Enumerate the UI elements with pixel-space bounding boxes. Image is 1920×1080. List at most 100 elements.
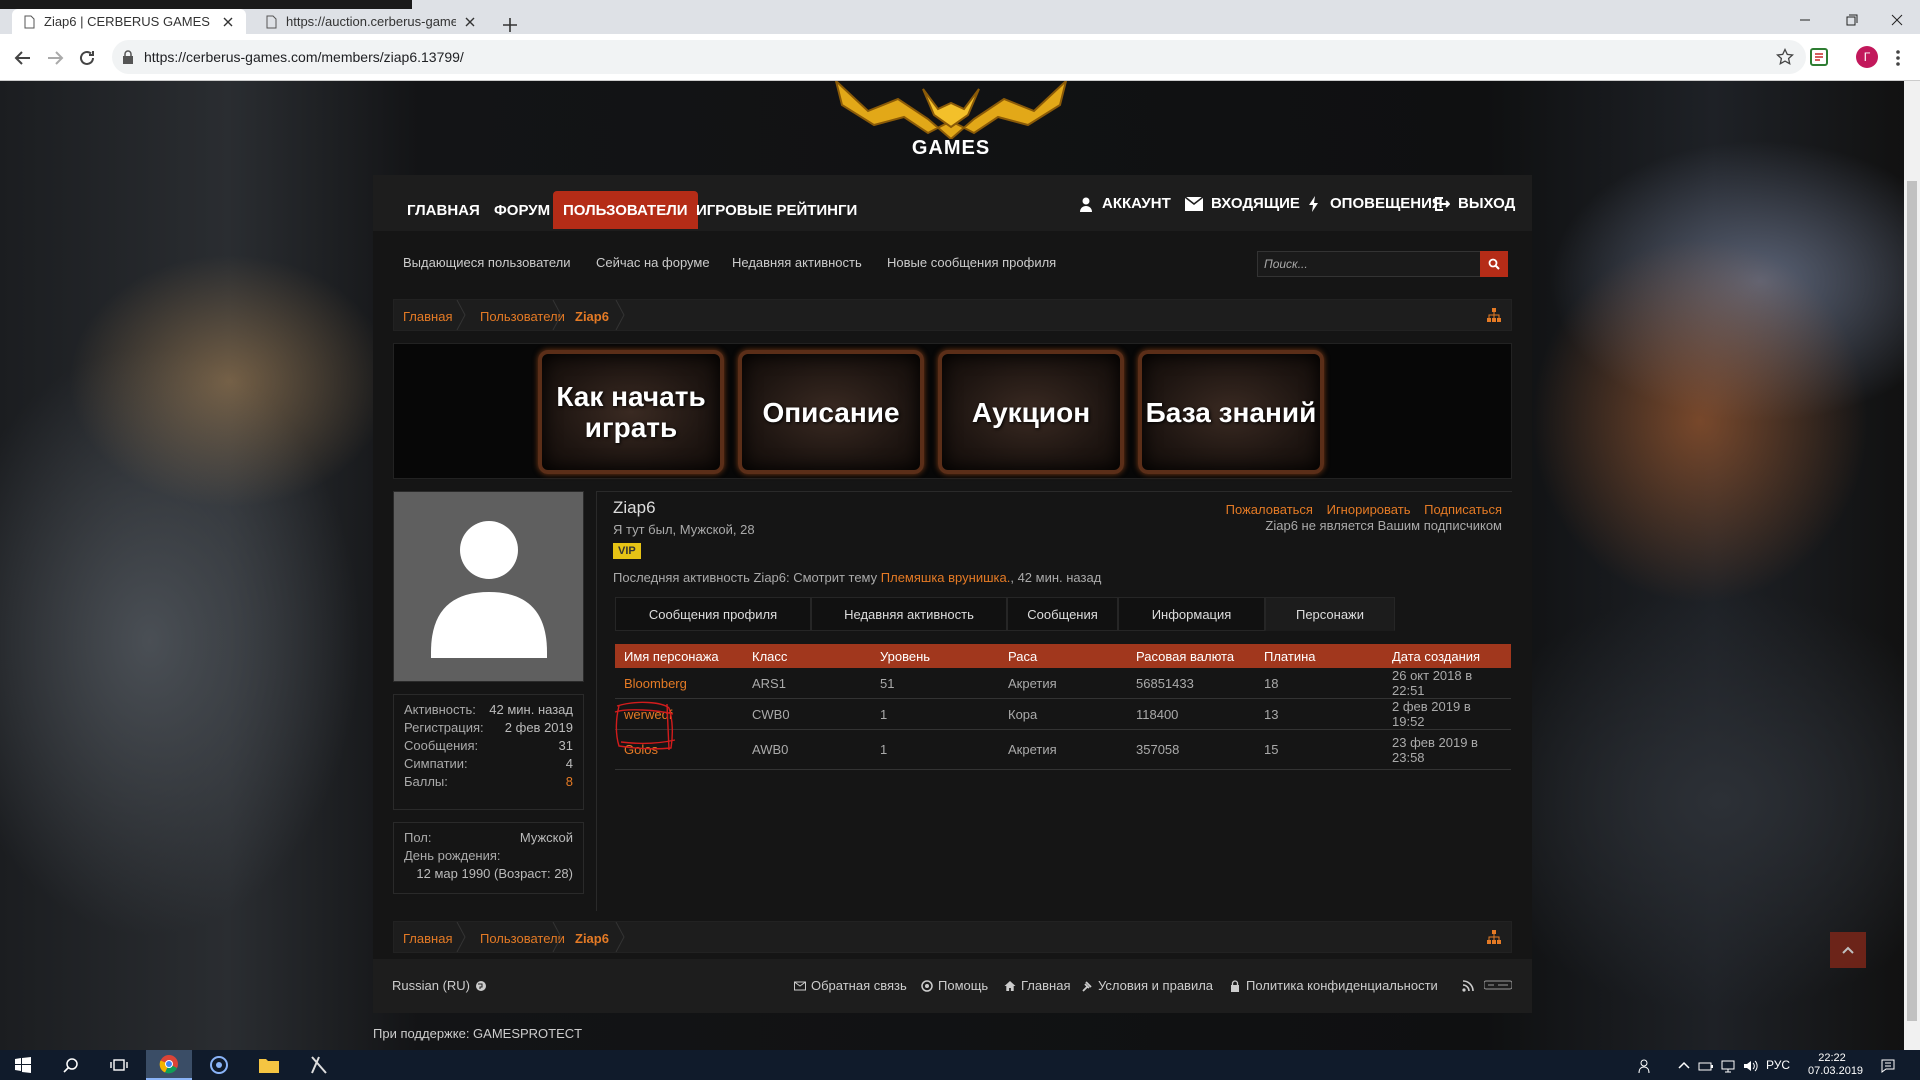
system-clock[interactable]: 22:22 07.03.2019 [1808, 1052, 1863, 1078]
taskbar-file-explorer[interactable] [246, 1050, 292, 1080]
input-language-indicator[interactable]: РУС [1766, 1058, 1790, 1072]
stat-value-link[interactable]: 8 [566, 773, 573, 791]
footer-feedback-link[interactable]: Обратная связь [794, 978, 907, 993]
table-row: Golos AWB0 1 Акретия 357058 15 23 фев 20… [615, 729, 1511, 770]
browser-toolbar: https://cerberus-games.com/members/ziap6… [0, 34, 1920, 81]
back-arrow-icon[interactable] [12, 47, 34, 69]
taskbar-app[interactable] [196, 1050, 242, 1080]
character-name-link[interactable]: Bloomberg [615, 668, 743, 699]
task-view-button[interactable] [96, 1050, 142, 1080]
language-chooser[interactable]: Russian (RU) [392, 978, 487, 993]
profile-avatar-button[interactable]: Г [1856, 46, 1878, 68]
banner-knowledge-base[interactable]: База знаний [1138, 350, 1324, 474]
breadcrumb-home[interactable]: Главная [403, 931, 452, 946]
character-name-link[interactable]: Golos [615, 729, 743, 770]
taskbar-search[interactable] [48, 1050, 94, 1080]
nav-inbox[interactable]: ВХОДЯЩИЕ [1185, 189, 1300, 219]
search-button[interactable] [1480, 251, 1508, 277]
breadcrumb-home[interactable]: Главная [403, 309, 452, 324]
close-icon[interactable] [462, 14, 478, 30]
chevron-up-icon[interactable] [1676, 1058, 1692, 1074]
network-icon[interactable] [1720, 1058, 1736, 1074]
task-view-icon [110, 1059, 128, 1071]
col-header-race: Раса [999, 644, 1127, 668]
cell-platinum: 18 [1255, 668, 1383, 699]
forward-arrow-icon[interactable] [44, 47, 66, 69]
taskbar-game-launcher[interactable] [296, 1050, 342, 1080]
banner-auction[interactable]: Аукцион [938, 350, 1124, 474]
nav-logout[interactable]: ВЫХОД [1434, 189, 1515, 219]
nav-game-ratings[interactable]: ИГРОВЫЕ РЕЙТИНГИ [686, 191, 867, 229]
rss-icon[interactable] [1462, 980, 1474, 992]
main-container: ГЛАВНАЯ ФОРУМ ПОЛЬЗОВАТЕЛИ ИГРОВЫЕ РЕЙТИ… [373, 175, 1532, 1013]
language-label: Russian (RU) [392, 978, 471, 993]
bookmark-star-icon[interactable] [1776, 48, 1794, 66]
extension-icon[interactable] [1810, 48, 1828, 66]
last-activity: Последняя активность Ziap6: Смотрит тему… [613, 570, 1102, 585]
nav-alerts[interactable]: ОПОВЕЩЕНИЯ [1306, 189, 1443, 219]
eagle-logo-icon [834, 81, 1068, 139]
subnav-recent-activity[interactable]: Недавняя активность [732, 255, 862, 270]
tab-recent-activity[interactable]: Недавняя активность [811, 597, 1007, 631]
footer-privacy-link[interactable]: Политика конфиденциальности [1229, 978, 1438, 993]
banner-how-to-play[interactable]: Как начать играть [538, 350, 724, 474]
reload-icon[interactable] [76, 47, 98, 69]
minimize-icon[interactable] [1792, 10, 1818, 30]
battery-icon[interactable] [1698, 1058, 1714, 1074]
tab-profile-posts[interactable]: Сообщения профиля [615, 597, 811, 631]
banner-description[interactable]: Описание [738, 350, 924, 474]
subnav-new-profile-posts[interactable]: Новые сообщения профиля [887, 255, 1056, 270]
window-close-icon[interactable] [1884, 10, 1910, 30]
taskbar-chrome[interactable] [146, 1050, 192, 1080]
footer-home-link[interactable]: Главная [1004, 978, 1070, 993]
info-birthday: День рождения: [404, 847, 573, 865]
site-logo[interactable]: GAMES [828, 81, 1074, 169]
tab-characters[interactable]: Персонажи [1265, 597, 1395, 631]
character-name-link[interactable]: werwedf [615, 698, 743, 730]
breadcrumb-current[interactable]: Ziap6 [575, 309, 609, 324]
new-tab-plus-icon[interactable] [500, 15, 520, 35]
tab-title: Ziap6 | CERBERUS GAMES Inc [44, 14, 214, 29]
scrollbar-thumb[interactable] [1907, 181, 1917, 1021]
restore-icon[interactable] [1838, 10, 1864, 30]
member-info-box: Пол: Мужской День рождения: 12 мар 1990 (… [393, 822, 584, 894]
ignore-link[interactable]: Игнорировать [1327, 502, 1411, 517]
cell-level: 1 [871, 698, 999, 730]
browser-tab-active[interactable]: Ziap6 | CERBERUS GAMES Inc [12, 9, 246, 34]
report-link[interactable]: Пожаловаться [1226, 502, 1313, 517]
profile-main: Ziap6 Я тут был, Мужской, 28 VIP Последн… [596, 491, 1512, 911]
nav-home[interactable]: ГЛАВНАЯ [397, 191, 490, 229]
table-row: Bloomberg ARS1 51 Акретия 56851433 18 26… [615, 668, 1511, 699]
close-icon[interactable] [220, 14, 236, 30]
volume-icon[interactable] [1742, 1058, 1758, 1074]
tab-information[interactable]: Информация [1118, 597, 1265, 631]
avatar[interactable] [393, 491, 584, 682]
start-button[interactable] [0, 1050, 46, 1080]
address-bar[interactable]: https://cerberus-games.com/members/ziap6… [112, 40, 1806, 74]
footer-link-label: Главная [1021, 978, 1071, 993]
browser-tab[interactable]: https://auction.cerberus-games.c [254, 9, 488, 34]
subnav-notable-members[interactable]: Выдающиеся пользователи [403, 255, 570, 270]
last-activity-topic-link[interactable]: Племяшка врунишка. [881, 570, 1011, 585]
breadcrumb-current[interactable]: Ziap6 [575, 931, 609, 946]
sitemap-icon[interactable] [1487, 930, 1501, 944]
page-icon [266, 15, 277, 28]
nav-forum[interactable]: ФОРУМ [484, 191, 560, 229]
footer-help-link[interactable]: Помощь [921, 978, 988, 993]
back-to-top-button[interactable] [1830, 932, 1866, 968]
notifications-icon[interactable] [1880, 1058, 1896, 1074]
style-switcher-icon[interactable] [1484, 979, 1512, 991]
nav-users[interactable]: ПОЛЬЗОВАТЕЛИ [553, 191, 698, 229]
subnav-online-now[interactable]: Сейчас на форуме [596, 255, 710, 270]
people-icon[interactable] [1638, 1058, 1654, 1074]
home-icon [1004, 980, 1016, 991]
nav-account[interactable]: АККАУНТ [1078, 189, 1171, 219]
search-icon [63, 1058, 78, 1073]
page-scrollbar[interactable] [1904, 81, 1920, 1050]
follow-link[interactable]: Подписаться [1424, 502, 1502, 517]
footer-terms-link[interactable]: Условия и правила [1081, 978, 1213, 993]
sitemap-icon[interactable] [1487, 308, 1501, 322]
search-input[interactable]: Поиск... [1257, 251, 1481, 277]
more-menu-icon[interactable] [1892, 48, 1904, 68]
tab-messages[interactable]: Сообщения [1007, 597, 1118, 631]
